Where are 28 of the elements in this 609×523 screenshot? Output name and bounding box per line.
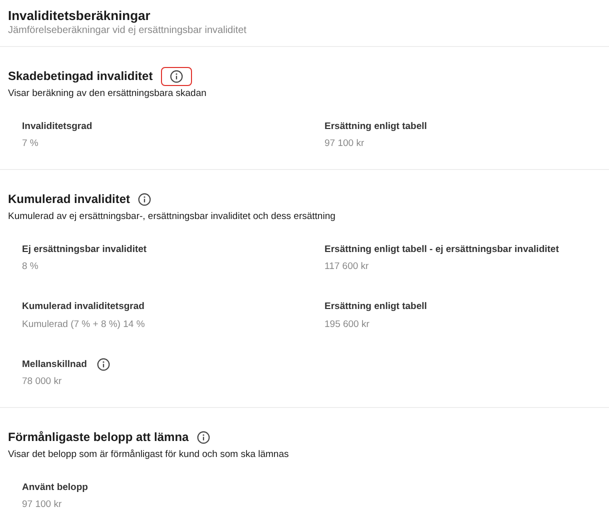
section-title: Kumulerad invaliditet [8,191,130,208]
field-label: Invaliditetsgrad [22,120,92,134]
field-label: Kumulerad invaliditetsgrad [22,300,144,314]
section-description: Visar det belopp som är förmånligast för kund och som ska lämnas [8,448,290,461]
field-value: 117 600 kr [324,260,370,274]
field-label: Ersättning enligt tabell [324,120,427,134]
field-value: 195 600 kr [324,318,370,332]
field-value: Kumulerad (7 % + 8 %) 14 % [22,318,146,332]
field-value: 97 100 kr [22,498,63,512]
info-icon[interactable] [196,430,210,444]
field-value: 8 % [22,260,40,274]
info-icon[interactable] [96,358,110,372]
page-title: Invaliditetsberäkningar [8,8,152,24]
field-value: 78 000 kr [22,374,63,389]
field-value: 7 % [22,137,40,151]
field-label: Ersättning enligt tabell [324,300,427,314]
field-label: Ersättning enligt tabell - ej ersättningsbar invaliditet [324,243,559,258]
field-label: Använt belopp [22,480,88,495]
field-label: Mellanskillnad [22,358,87,372]
section-description: Kumulerad av ej ersättningsbar-, ersättningsbar invaliditet och dess ersättning [8,210,336,224]
field-value: 97 100 kr [324,137,366,151]
section-description: Visar beräkning av den ersättningsbara skadan [8,87,208,100]
page-subtitle: Jämförelseberäkningar vid ej ersättningsbar invaliditet [8,24,248,37]
info-icon[interactable] [170,70,183,82]
field-label: Ej ersättningsbar invaliditet [22,243,147,258]
section-title: Förmånligaste belopp att lämna [8,429,189,446]
section-title: Skadebetingad invaliditet [8,68,153,85]
info-icon[interactable] [138,192,152,206]
